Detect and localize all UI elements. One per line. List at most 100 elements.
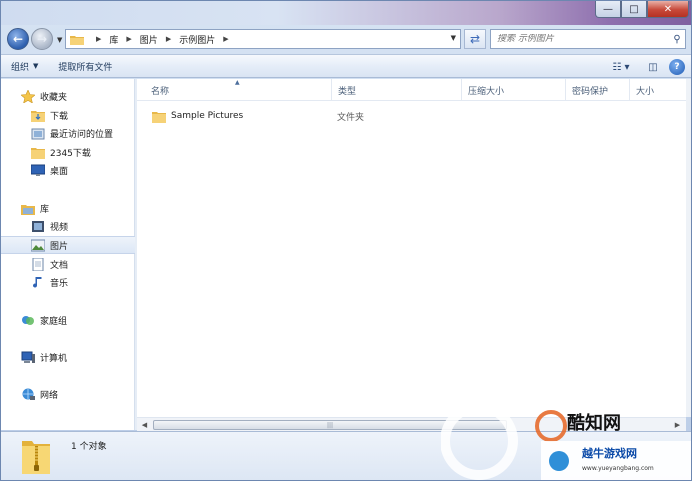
network-icon: [22, 388, 35, 400]
nav-libraries-label: 库: [40, 204, 50, 215]
breadcrumb-library[interactable]: 库: [109, 33, 118, 46]
desktop-icon: [31, 164, 45, 176]
navigation-pane: 收藏夹 下载 最近访问的位置 2345下载 桌面 库 视频 图片 文档 音乐 家…: [1, 79, 135, 430]
search-input[interactable]: [491, 34, 669, 44]
nav-homegroup[interactable]: 家庭组: [1, 311, 135, 329]
organize-label: 组织: [11, 62, 30, 73]
navigation-row: ← → ▼ ▶ 库 ▶ 图片 ▶ 示例图片 ▶ ▼ ⇄ ⚲: [1, 25, 691, 53]
chevron-right-icon[interactable]: ▶: [166, 35, 171, 43]
music-library-icon: [33, 276, 42, 288]
nav-network-label: 网络: [40, 390, 59, 401]
nav-homegroup-label: 家庭组: [40, 316, 68, 327]
recent-places-icon: [31, 128, 45, 139]
help-button[interactable]: ?: [669, 59, 685, 75]
nav-item-2345-downloads[interactable]: 2345下载: [1, 143, 135, 161]
scroll-thumb[interactable]: |||: [153, 420, 507, 430]
view-tools: ☷ ▾ ◫ ?: [605, 58, 685, 76]
extract-all-button[interactable]: 提取所有文件: [48, 55, 122, 77]
documents-library-icon: [32, 257, 44, 271]
help-icon: ?: [674, 62, 680, 72]
chevron-left-icon: ◀: [141, 421, 148, 429]
grip-icon: |||: [326, 421, 334, 429]
view-list-icon: ☷ ▾: [612, 61, 630, 73]
column-header-type[interactable]: 类型: [332, 79, 462, 101]
nav-item-pictures[interactable]: 图片: [1, 236, 135, 254]
chevron-right-icon[interactable]: ▶: [96, 35, 101, 43]
computer-icon: [21, 351, 35, 363]
nav-item-videos[interactable]: 视频: [1, 217, 135, 235]
column-header-size[interactable]: 大小: [630, 79, 686, 101]
maximize-button[interactable]: □: [621, 1, 647, 18]
forward-arrow-icon: →: [36, 32, 48, 46]
nav-libraries[interactable]: 库: [1, 199, 135, 217]
nav-computer[interactable]: 计算机: [1, 348, 135, 366]
change-view-button[interactable]: ☷ ▾: [605, 59, 637, 75]
extract-all-label: 提取所有文件: [58, 62, 113, 73]
nav-item-desktop[interactable]: 桌面: [1, 161, 135, 179]
minimize-button[interactable]: —: [595, 1, 621, 18]
breadcrumb-pictures[interactable]: 图片: [140, 33, 158, 46]
nav-item-documents[interactable]: 文档: [1, 255, 135, 273]
table-row[interactable]: Sample Pictures 文件夹: [137, 107, 686, 125]
chevron-right-icon: ▶: [674, 421, 681, 429]
back-forward-group: ← → ▼: [7, 28, 62, 50]
pictures-library-icon: [31, 239, 45, 251]
nav-item-label: 视频: [50, 222, 69, 233]
download-folder-icon: [31, 110, 45, 122]
item-count: 1 个对象: [71, 442, 107, 452]
search-icon[interactable]: ⚲: [669, 34, 685, 45]
breadcrumb-sample-pictures[interactable]: 示例图片: [179, 33, 215, 46]
address-history-dropdown-icon[interactable]: ▼: [451, 34, 456, 42]
zip-folder-icon: [22, 441, 50, 474]
address-bar[interactable]: ▶ 库 ▶ 图片 ▶ 示例图片 ▶ ▼: [65, 29, 461, 49]
folder-icon: [31, 147, 45, 159]
nav-item-label: 最近访问的位置: [50, 129, 114, 140]
scroll-right-button[interactable]: ▶: [671, 419, 684, 431]
chevron-right-icon[interactable]: ▶: [223, 35, 228, 43]
watermark-brand: 酷知网: [567, 413, 621, 434]
nav-item-downloads[interactable]: 下载: [1, 106, 135, 124]
chevron-down-icon: ▼: [33, 62, 39, 70]
file-list: ▲ 名称 类型 压缩大小 密码保护 大小 Sample Pictures 文件夹: [137, 79, 686, 417]
column-header-name[interactable]: 名称: [145, 79, 332, 101]
nav-item-label: 文档: [50, 260, 69, 271]
video-library-icon: [32, 220, 44, 232]
nav-favorites[interactable]: 收藏夹: [1, 87, 135, 105]
refresh-button[interactable]: ⇄: [464, 29, 486, 49]
back-button[interactable]: ←: [7, 28, 29, 50]
vertical-scrollbar[interactable]: [686, 79, 691, 417]
back-arrow-icon: ←: [12, 32, 24, 46]
nav-computer-label: 计算机: [40, 353, 68, 364]
nav-item-label: 2345下载: [50, 148, 91, 159]
forward-button[interactable]: →: [31, 28, 53, 50]
scroll-left-button[interactable]: ◀: [138, 419, 151, 431]
nav-item-music[interactable]: 音乐: [1, 273, 135, 291]
folder-icon: [152, 111, 166, 123]
column-header-row: ▲ 名称 类型 压缩大小 密码保护 大小: [137, 79, 686, 101]
nav-item-label: 下载: [50, 111, 69, 122]
library-folder-icon: [70, 35, 84, 45]
organize-button[interactable]: 组织 ▼: [1, 55, 48, 77]
breadcrumb: ▶ 库 ▶ 图片 ▶ 示例图片 ▶: [88, 33, 237, 46]
explorer-window: — □ ✕ ← → ▼ ▶ 库 ▶ 图片 ▶ 示例图片 ▶ ▼ ⇄ 搜索 示例图…: [0, 0, 692, 481]
nav-favorites-label: 收藏夹: [40, 92, 68, 103]
close-button[interactable]: ✕: [647, 1, 689, 18]
nav-network[interactable]: 网络: [1, 385, 135, 403]
file-name: Sample Pictures: [171, 111, 244, 121]
column-header-password-protected[interactable]: 密码保护: [566, 79, 630, 101]
nav-item-label: 音乐: [50, 278, 69, 289]
file-type-cell: 文件夹: [337, 112, 365, 123]
preview-pane-button[interactable]: ◫: [643, 59, 663, 75]
search-box[interactable]: ⚲: [490, 29, 686, 49]
title-bar[interactable]: — □ ✕: [1, 1, 691, 25]
nav-item-label: 桌面: [50, 166, 69, 177]
chevron-right-icon[interactable]: ▶: [126, 35, 131, 43]
watermark-brand-secondary: 越牛游戏网: [582, 447, 637, 460]
recent-pages-dropdown-icon[interactable]: ▼: [57, 36, 62, 44]
column-header-compressed-size[interactable]: 压缩大小: [462, 79, 566, 101]
watermark-url: www.yueyangbang.com: [582, 465, 654, 472]
file-name-cell: Sample Pictures: [152, 107, 243, 125]
nav-item-recent-places[interactable]: 最近访问的位置: [1, 124, 135, 142]
preview-pane-icon: ◫: [648, 61, 658, 73]
star-icon: [21, 89, 35, 103]
